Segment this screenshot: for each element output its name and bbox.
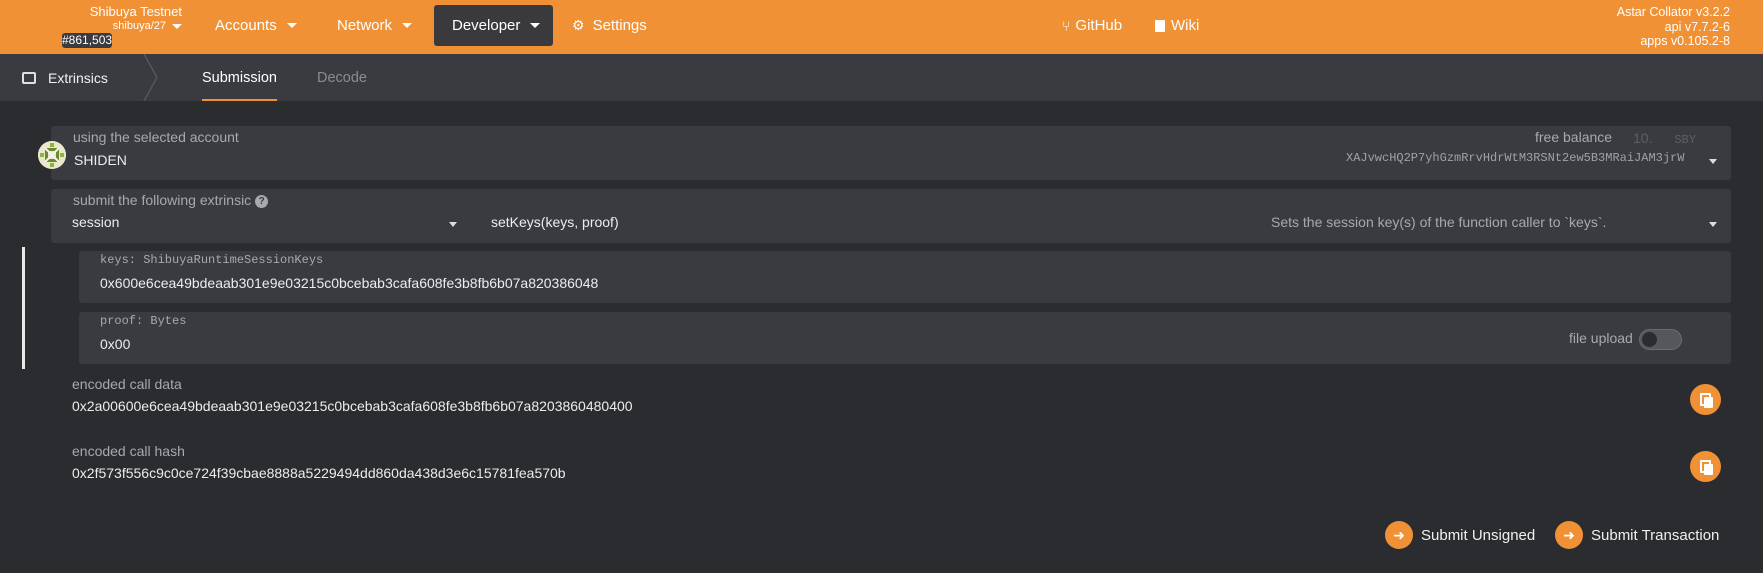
best-block-number: #861,503 bbox=[62, 33, 113, 48]
encoded-call-hash-label: encoded call hash bbox=[72, 443, 185, 459]
submit-transaction-label: Submit Transaction bbox=[1591, 526, 1720, 544]
nav-github[interactable]: ⑂ GitHub bbox=[1050, 5, 1134, 46]
chain-selector[interactable]: Shibuya Testnet shibuya/27 #861,503 bbox=[62, 4, 182, 48]
nav-accounts[interactable]: Accounts bbox=[203, 5, 309, 46]
nav-network[interactable]: Network bbox=[325, 5, 424, 46]
chevron-down-icon bbox=[1709, 222, 1717, 227]
inbox-icon bbox=[22, 71, 36, 84]
chevron-down-icon bbox=[172, 24, 182, 29]
extrinsic-label: submit the following extrinsic? bbox=[73, 192, 269, 208]
copy-call-hash-button[interactable] bbox=[1690, 451, 1721, 482]
proof-param-value: 0x00 bbox=[100, 336, 131, 352]
nav-settings-label: Settings bbox=[592, 17, 647, 34]
free-balance-value: 10. SBY bbox=[1633, 130, 1696, 147]
breadcrumb-separator bbox=[143, 54, 158, 101]
version-info: Astar Collator v3.2.2 api v7.7.2-6 apps … bbox=[1617, 5, 1730, 49]
keys-param-value: 0x600e6cea49bdeaab301e9e03215c0bcebab3ca… bbox=[100, 275, 599, 291]
file-upload-toggle[interactable] bbox=[1639, 329, 1682, 350]
nav-network-label: Network bbox=[337, 17, 393, 34]
params-indicator bbox=[22, 247, 25, 369]
section-title: Extrinsics bbox=[22, 54, 108, 101]
account-address: XAJvwcHQ2P7yhGzmRrvHdrWtM3RSNt2ew5B3MRai… bbox=[1346, 151, 1685, 165]
pallet-value: session bbox=[72, 214, 120, 230]
tab-submission-label: Submission bbox=[202, 69, 277, 86]
method-value: setKeys(keys, proof) bbox=[491, 214, 619, 230]
account-label: using the selected account bbox=[73, 129, 239, 145]
top-navbar: Shibuya Testnet shibuya/27 #861,503 Acco… bbox=[0, 0, 1763, 54]
chain-name: Shibuya Testnet bbox=[89, 4, 182, 19]
chevron-down-icon bbox=[530, 23, 541, 28]
gears-icon: ⚙ bbox=[572, 17, 585, 33]
help-icon: ? bbox=[255, 195, 269, 208]
section-title-label: Extrinsics bbox=[48, 69, 108, 86]
encoded-call-data-label: encoded call data bbox=[72, 376, 182, 392]
nav-wiki[interactable]: Wiki bbox=[1143, 5, 1211, 46]
tab-decode[interactable]: Decode bbox=[317, 54, 367, 101]
encoded-call-data-value: 0x2a00600e6cea49bdeaab301e9e03215c0bceba… bbox=[72, 398, 633, 414]
keys-param-label: keys: ShibuyaRuntimeSessionKeys bbox=[100, 253, 324, 267]
collator-version: Astar Collator v3.2.2 bbox=[1616, 5, 1730, 19]
file-upload-label: file upload bbox=[1569, 330, 1633, 346]
nav-accounts-label: Accounts bbox=[215, 17, 277, 34]
account-identicon bbox=[38, 141, 66, 169]
apps-version: apps v0.105.2-8 bbox=[1640, 34, 1730, 48]
method-description: Sets the session key(s) of the function … bbox=[1271, 214, 1607, 230]
extrinsic-selector: submit the following extrinsic? session … bbox=[51, 189, 1731, 243]
chevron-down-icon bbox=[286, 23, 297, 28]
submit-unsigned-label: Submit Unsigned bbox=[1421, 526, 1536, 544]
free-balance-label: free balance bbox=[1535, 129, 1613, 145]
method-dropdown[interactable]: setKeys(keys, proof) Sets the session ke… bbox=[471, 209, 1731, 243]
toggle-knob bbox=[1642, 332, 1657, 347]
chevron-down-icon bbox=[402, 23, 413, 28]
code-branch-icon: ⑂ bbox=[1062, 17, 1071, 34]
chain-spec: shibuya/27 bbox=[112, 20, 166, 32]
keys-param-field[interactable]: keys: ShibuyaRuntimeSessionKeys 0x600e6c… bbox=[79, 251, 1731, 303]
nav-developer[interactable]: Developer bbox=[434, 5, 553, 46]
pallet-dropdown[interactable]: session bbox=[51, 209, 469, 243]
api-version: api v7.7.2-6 bbox=[1664, 19, 1730, 34]
account-selector[interactable]: using the selected account SHIDEN free b… bbox=[51, 126, 1731, 180]
chevron-down-icon bbox=[449, 222, 457, 227]
chevron-down-icon bbox=[1709, 159, 1717, 164]
copy-icon bbox=[1700, 393, 1713, 408]
book-icon bbox=[1155, 19, 1165, 32]
copy-icon bbox=[1700, 460, 1713, 475]
proof-param-label: proof: Bytes bbox=[100, 314, 187, 328]
tab-submission[interactable]: Submission bbox=[202, 54, 277, 101]
submit-unsigned-button[interactable]: ➜ Submit Unsigned bbox=[1385, 519, 1535, 551]
copy-call-data-button[interactable] bbox=[1690, 384, 1721, 415]
submit-transaction-button[interactable]: ➜ Submit Transaction bbox=[1555, 519, 1719, 551]
nav-settings[interactable]: ⚙ Settings bbox=[560, 5, 659, 46]
nav-wiki-label: Wiki bbox=[1171, 17, 1200, 34]
sub-navbar: Extrinsics Submission Decode bbox=[0, 54, 1763, 101]
nav-developer-label: Developer bbox=[452, 17, 521, 34]
proof-param-field[interactable]: proof: Bytes 0x00 file upload bbox=[79, 312, 1731, 364]
tab-decode-label: Decode bbox=[317, 69, 367, 86]
account-name: SHIDEN bbox=[74, 152, 127, 168]
encoded-call-hash-value: 0x2f573f556c9c0ce724f39cbae8888a5229494d… bbox=[72, 465, 566, 481]
sign-in-icon: ➜ bbox=[1555, 521, 1583, 549]
nav-github-label: GitHub bbox=[1075, 17, 1123, 34]
sign-in-icon: ➜ bbox=[1385, 521, 1413, 549]
